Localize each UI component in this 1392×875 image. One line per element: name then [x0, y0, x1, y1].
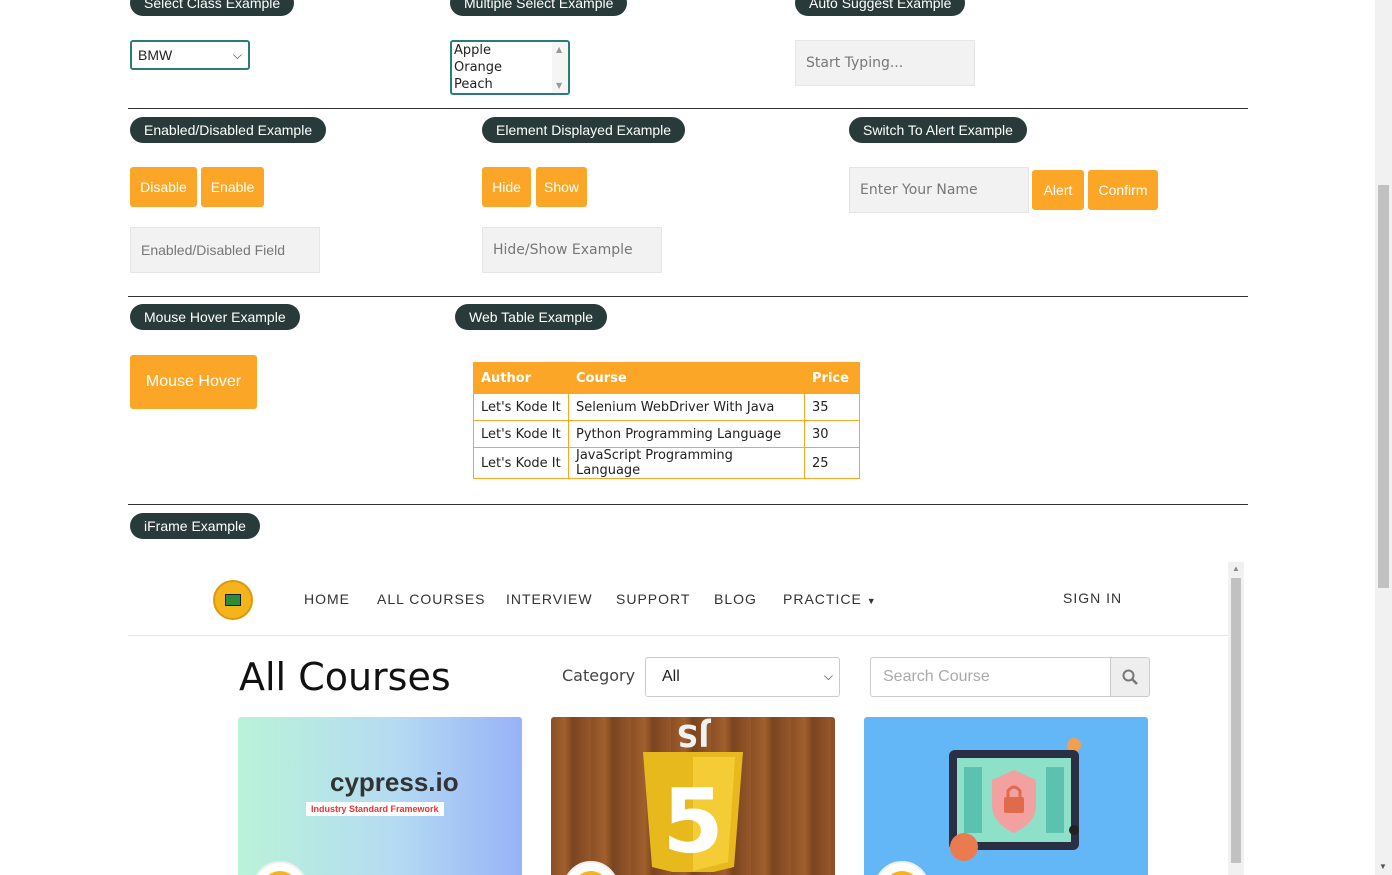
table-header-row: Author Course Price	[473, 362, 860, 394]
web-table: Author Course Price Let's Kode It Seleni…	[473, 362, 860, 479]
multiple-select-heading: Multiple Select Example	[450, 0, 628, 16]
page-title: All Courses	[239, 655, 451, 699]
enabled-disabled-field[interactable]: Enabled/Disabled Field	[130, 227, 320, 273]
multiselect-scrollbar[interactable]: ▲ ▼	[552, 42, 568, 93]
table-cell: Let's Kode It	[473, 393, 569, 421]
course-card-javascript[interactable]: JS 5	[551, 717, 835, 875]
course-card-cypress[interactable]: cypress.io Industry Standard Framework	[238, 717, 522, 875]
car-select-value: BMW	[138, 47, 173, 63]
section-divider	[128, 296, 1248, 297]
table-row: Let's Kode It Python Programming Languag…	[473, 420, 860, 448]
author-badge	[874, 861, 930, 875]
security-illustration-icon	[949, 738, 1081, 861]
chevron-down-icon: ⌵	[823, 669, 833, 683]
nav-support[interactable]: SUPPORT	[616, 591, 690, 607]
table-cell: Selenium WebDriver With Java	[568, 393, 805, 421]
table-header: Course	[568, 362, 805, 394]
category-select-value: All	[662, 668, 680, 685]
nav-sign-in[interactable]: SIGN IN	[1063, 590, 1122, 606]
scroll-down-icon[interactable]: ▼	[1379, 862, 1387, 871]
fruit-multiselect[interactable]: Apple Orange Peach ▲ ▼	[450, 40, 570, 95]
search-button[interactable]	[1110, 657, 1150, 697]
scroll-up-icon[interactable]: ▲	[1232, 564, 1240, 573]
car-select[interactable]: BMW ⌵	[130, 40, 250, 70]
course-card-security[interactable]	[864, 717, 1148, 875]
page-scrollbar[interactable]: ▼	[1375, 0, 1392, 875]
table-cell: 30	[804, 420, 860, 448]
table-row: Let's Kode It Selenium WebDriver With Ja…	[473, 393, 860, 421]
nav-practice[interactable]: PRACTICE ▼	[783, 591, 877, 607]
iframe-scroll-thumb[interactable]	[1231, 578, 1241, 863]
svg-text:5: 5	[662, 770, 723, 872]
courses-iframe[interactable]: HOME ALL COURSES INTERVIEW SUPPORT BLOG …	[128, 562, 1244, 875]
mouse-hover-heading: Mouse Hover Example	[130, 304, 300, 330]
nav-all-courses[interactable]: ALL COURSES	[377, 591, 486, 607]
scroll-down-icon[interactable]: ▼	[556, 81, 562, 90]
enable-button[interactable]: Enable	[201, 167, 264, 207]
svg-text:JS: JS	[677, 717, 712, 752]
nav-practice-label: PRACTICE	[783, 591, 862, 607]
card-tag: Industry Standard Framework	[306, 802, 444, 816]
author-badge	[252, 861, 308, 875]
site-logo[interactable]	[213, 580, 253, 620]
table-row: Let's Kode It JavaScript Programming Lan…	[473, 447, 860, 479]
iframe-navbar: HOME ALL COURSES INTERVIEW SUPPORT BLOG …	[128, 562, 1228, 636]
scroll-up-icon[interactable]: ▲	[556, 45, 562, 54]
show-button[interactable]: Show	[536, 167, 587, 207]
fruit-option[interactable]: Apple	[452, 42, 568, 59]
disable-button[interactable]: Disable	[130, 167, 197, 207]
section-divider	[128, 108, 1248, 109]
table-cell: 25	[804, 447, 860, 479]
table-cell: Let's Kode It	[473, 420, 569, 448]
enabled-disabled-heading: Enabled/Disabled Example	[130, 117, 327, 143]
category-select[interactable]: All ⌵	[645, 657, 840, 697]
author-badge	[563, 861, 619, 875]
autosuggest-input[interactable]: Start Typing...	[795, 40, 975, 86]
caret-down-icon: ▼	[866, 596, 877, 606]
iframe-scrollbar[interactable]: ▲	[1228, 562, 1244, 875]
table-header: Author	[473, 362, 569, 394]
search-icon	[1122, 669, 1138, 685]
nav-interview[interactable]: INTERVIEW	[506, 591, 593, 607]
table-cell: Python Programming Language	[568, 420, 805, 448]
mouse-hover-button[interactable]: Mouse Hover	[130, 355, 257, 409]
page-scroll-thumb[interactable]	[1378, 185, 1389, 588]
element-displayed-heading: Element Displayed Example	[482, 117, 686, 143]
web-table-heading: Web Table Example	[455, 304, 607, 330]
confirm-button[interactable]: Confirm	[1088, 170, 1158, 210]
card-title: cypress.io	[330, 767, 459, 797]
hide-button[interactable]: Hide	[482, 167, 531, 207]
js-shield-icon: JS 5	[643, 717, 743, 872]
category-label: Category	[562, 666, 636, 685]
fruit-option[interactable]: Orange	[452, 59, 568, 76]
alert-button[interactable]: Alert	[1032, 170, 1084, 210]
iframe-heading: iFrame Example	[130, 513, 260, 539]
table-header: Price	[804, 362, 860, 394]
chevron-down-icon: ⌵	[232, 48, 242, 62]
section-divider	[128, 504, 1248, 505]
fruit-option[interactable]: Peach	[452, 76, 568, 93]
nav-home[interactable]: HOME	[304, 591, 350, 607]
table-cell: Let's Kode It	[473, 447, 569, 479]
switch-alert-heading: Switch To Alert Example	[849, 117, 1027, 143]
table-cell: JavaScript Programming Language	[568, 447, 805, 479]
hide-show-field[interactable]: Hide/Show Example	[482, 227, 662, 273]
name-input[interactable]: Enter Your Name	[849, 167, 1029, 213]
auto-suggest-heading: Auto Suggest Example	[795, 0, 966, 16]
nav-blog[interactable]: BLOG	[714, 591, 757, 607]
search-course-input[interactable]: Search Course	[870, 657, 1111, 697]
select-class-heading: Select Class Example	[130, 0, 295, 16]
table-cell: 35	[804, 393, 860, 421]
